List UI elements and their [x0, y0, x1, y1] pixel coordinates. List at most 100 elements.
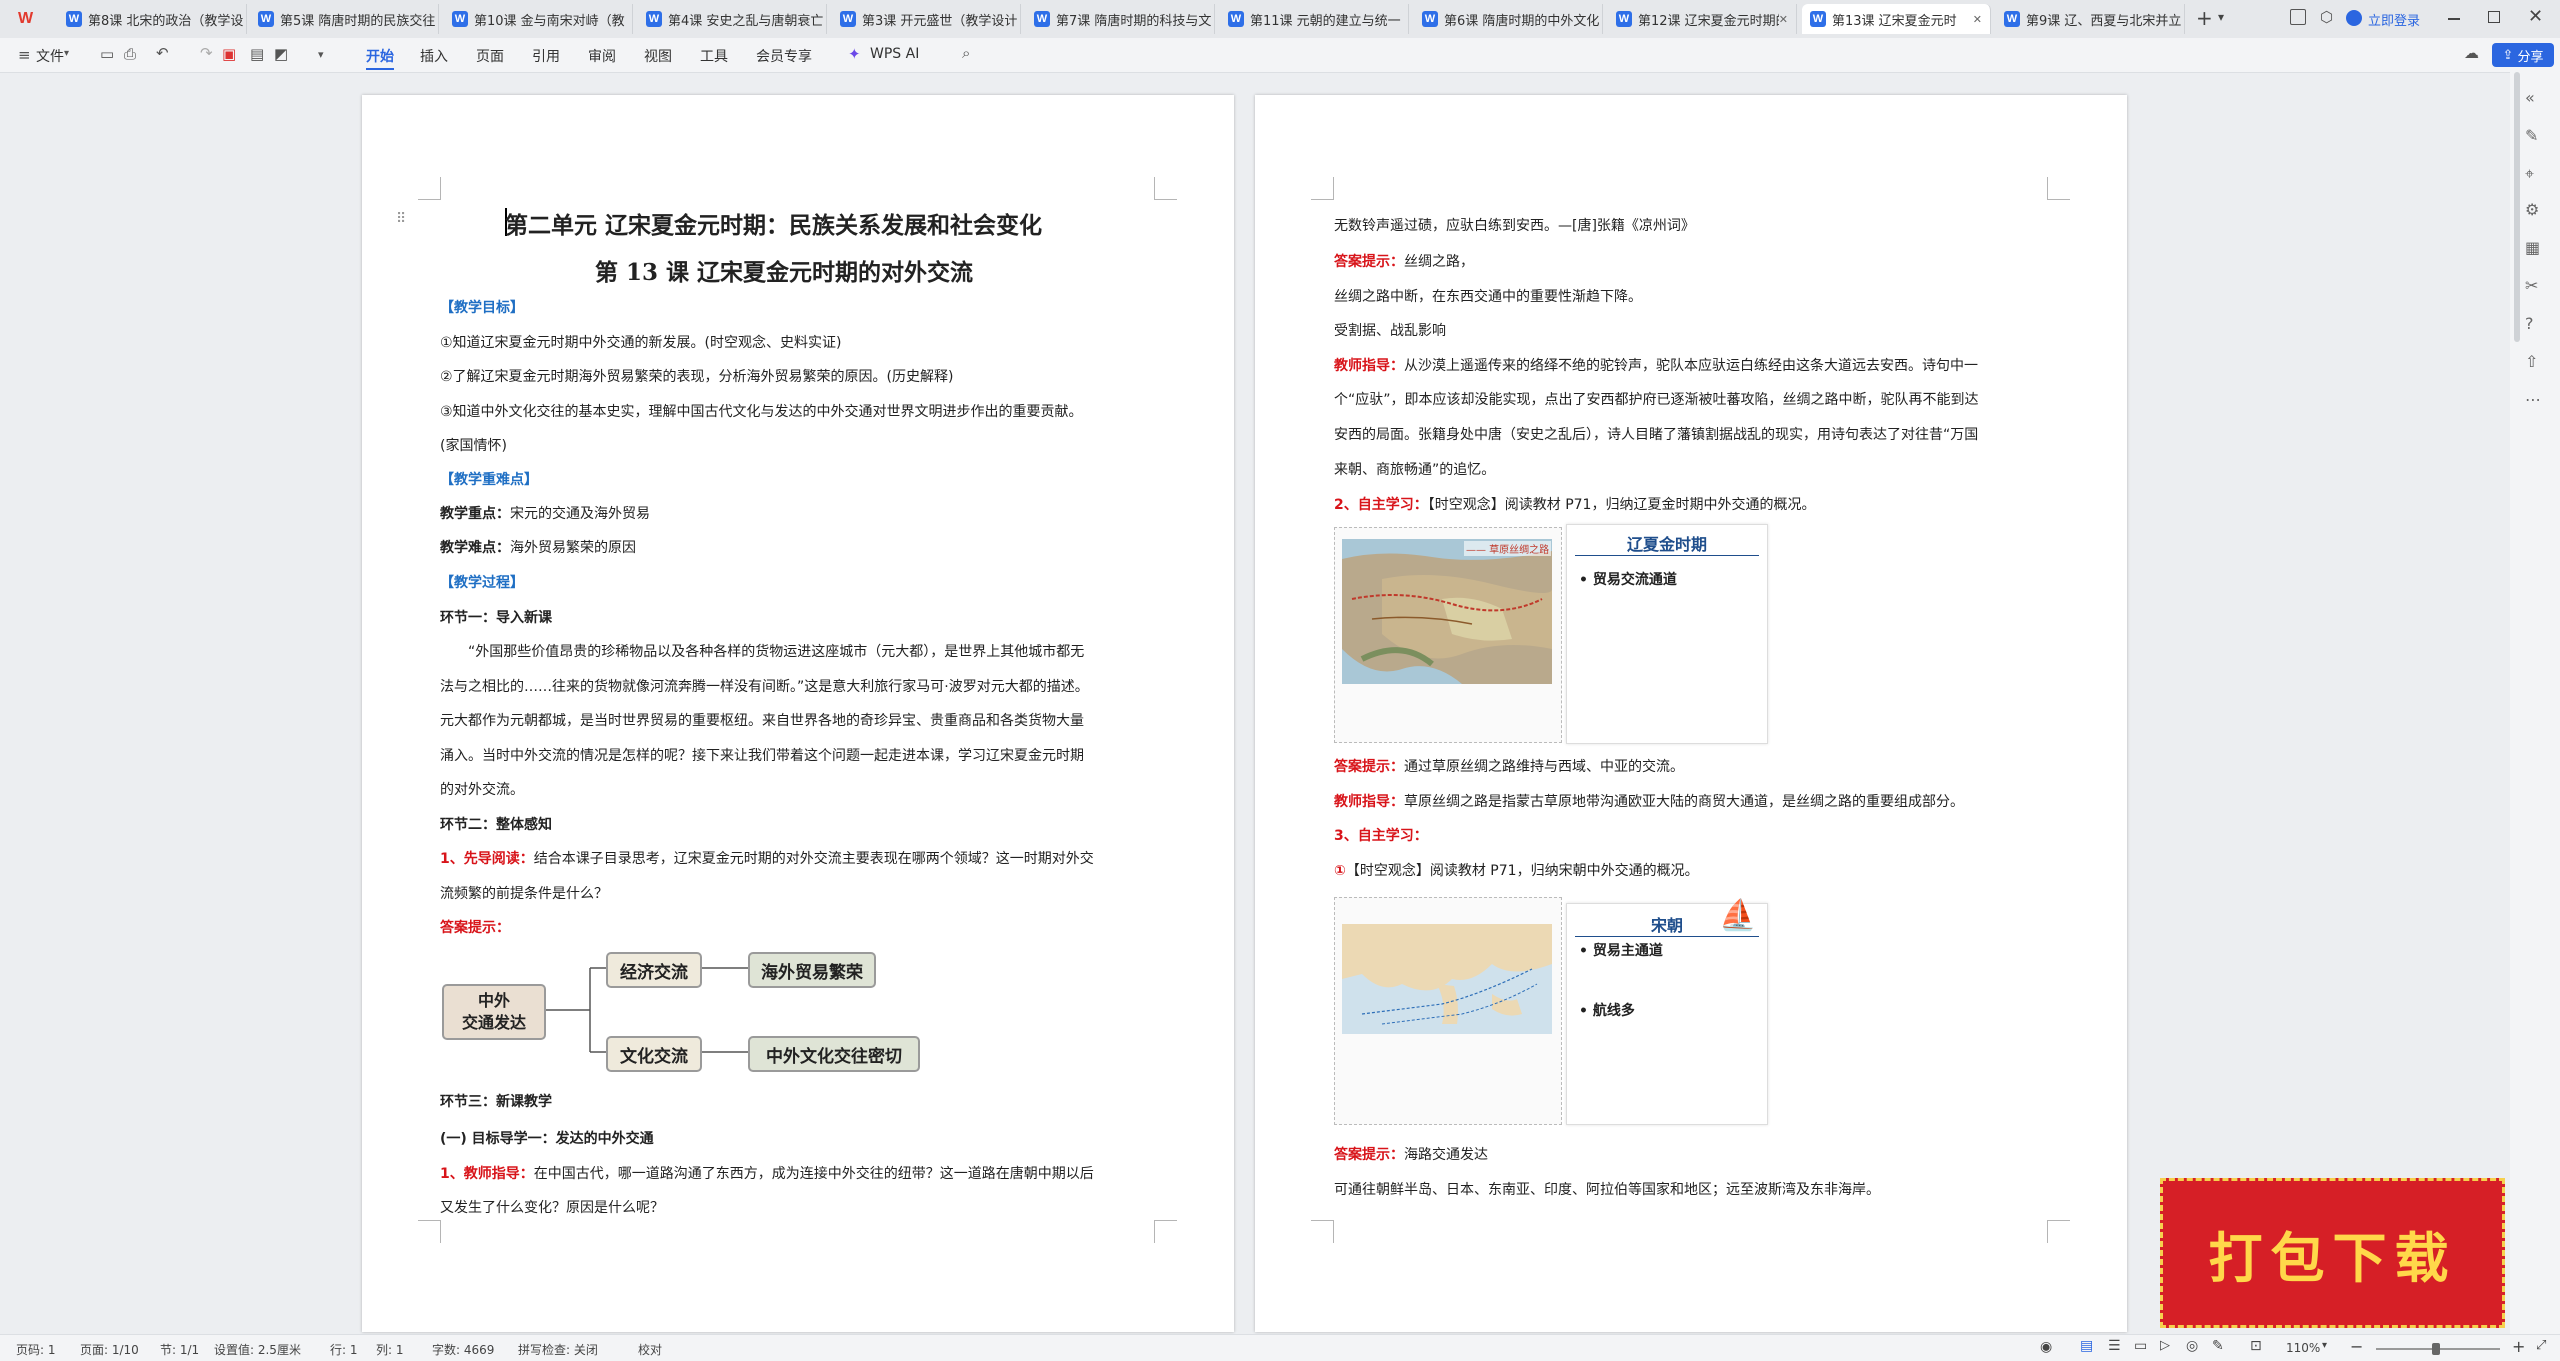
status-page-number[interactable]: 页码: 1	[16, 1341, 56, 1358]
edit-icon[interactable]: ✎	[2212, 1338, 2224, 1354]
help-icon[interactable]: ?	[2525, 314, 2534, 333]
pen-icon[interactable]: ✎	[2525, 126, 2538, 145]
export-pdf-icon[interactable]: ▣	[222, 45, 236, 63]
outline-view-icon[interactable]: ☰	[2108, 1338, 2121, 1354]
status-proofread[interactable]: 校对	[638, 1341, 662, 1358]
close-icon[interactable]: ✕	[2528, 6, 2543, 27]
tab-tools[interactable]: 工具	[700, 46, 728, 66]
tab-member[interactable]: 会员专享	[756, 46, 812, 66]
user-avatar-icon[interactable]	[2346, 10, 2362, 26]
tab-document[interactable]: W 第6课 隋唐时期的中外文化	[1414, 4, 1603, 34]
shape-icon[interactable]: ◩	[274, 45, 288, 63]
teacher-guide-1: 教师指导：从沙漠上遥遥传来的络绎不绝的驼铃声，驼队本应驮运白练经由这条大道远去安…	[1334, 358, 1978, 374]
tab-document[interactable]: W 第10课 金与南宋对峙（教	[444, 4, 633, 34]
file-menu[interactable]: 文件	[36, 46, 64, 66]
share-button[interactable]: ⇪ 分享	[2492, 43, 2554, 67]
status-spell-check[interactable]: 拼写检查: 关闭	[518, 1341, 598, 1358]
minimize-icon[interactable]	[2448, 18, 2460, 20]
tab-document[interactable]: W 第8课 北宋的政治（教学设	[58, 4, 247, 34]
window-layout-icon[interactable]	[2290, 9, 2306, 25]
tab-document[interactable]: W 第11课 元朝的建立与统一	[1220, 4, 1409, 34]
teacher-guide-4: 来朝、商旅畅通”的追忆。	[1334, 462, 1496, 478]
card-bullet: • 贸易交流通道	[1579, 572, 1677, 588]
tab-review[interactable]: 审阅	[588, 46, 616, 66]
undo-icon[interactable]: ↶	[156, 44, 169, 62]
tab-document[interactable]: W 第5课 隋唐时期的民族交往	[250, 4, 439, 34]
zoom-out-icon[interactable]: −	[2350, 1337, 2363, 1356]
layout-icon[interactable]: ▦	[2525, 238, 2540, 257]
zoom-in-icon[interactable]: +	[2512, 1337, 2525, 1356]
step-1-heading: 环节一：导入新课	[440, 610, 552, 626]
page-view-icon[interactable]: ▤	[2080, 1338, 2093, 1354]
wps-logo-icon[interactable]: W	[18, 10, 38, 28]
read-mode-icon[interactable]: ▭	[2134, 1338, 2147, 1354]
tab-document[interactable]: W 第3课 开元盛世（教学设计	[832, 4, 1021, 34]
vertical-scrollbar[interactable]	[2514, 72, 2520, 342]
map-song-sea-routes	[1342, 924, 1552, 1034]
status-column[interactable]: 列: 1	[376, 1341, 404, 1358]
status-row[interactable]: 行: 1	[330, 1341, 358, 1358]
tab-dropdown-icon[interactable]: ▾	[2218, 10, 2224, 24]
close-tab-icon[interactable]: ✕	[1779, 13, 1788, 26]
zoom-dropdown-icon[interactable]: ▾	[2322, 1340, 2327, 1351]
settings-icon[interactable]: ⚙	[2525, 200, 2539, 219]
zoom-slider-thumb[interactable]	[2432, 1343, 2440, 1355]
tab-document[interactable]: W 第9课 辽、西夏与北宋并立	[1996, 4, 2185, 34]
wps-ai-icon[interactable]: ✦	[848, 45, 861, 63]
fullscreen-icon[interactable]: ⤢	[2536, 1338, 2546, 1353]
login-link[interactable]: 立即登录	[2368, 10, 2420, 29]
eye-protection-icon[interactable]: ◉	[2040, 1339, 2052, 1355]
map-grassland-silk-road	[1342, 539, 1552, 684]
status-section[interactable]: 节: 1/1	[160, 1341, 199, 1358]
tab-reference[interactable]: 引用	[532, 46, 560, 66]
share-doc-icon[interactable]: ⇧	[2525, 352, 2538, 371]
status-pages[interactable]: 页面: 1/10	[80, 1341, 139, 1358]
tab-view[interactable]: 视图	[644, 46, 672, 66]
zoom-level[interactable]: 110%	[2286, 1341, 2320, 1355]
tab-label: 第13课 辽宋夏金元时	[1832, 13, 1957, 29]
card-bullet-2: • 航线多	[1579, 1003, 1635, 1019]
redo-icon[interactable]: ↷	[200, 44, 213, 62]
cursor-icon[interactable]: ⌖	[2525, 164, 2534, 184]
word-doc-icon: W	[1810, 11, 1826, 27]
more-chevron-icon[interactable]: ▾	[318, 48, 324, 61]
download-promo-banner[interactable]: 打包下载	[2160, 1178, 2505, 1328]
collapse-icon[interactable]: «	[2525, 88, 2535, 107]
tab-page[interactable]: 页面	[476, 46, 504, 66]
hamburger-menu-icon[interactable]: ≡	[18, 46, 31, 64]
status-word-count[interactable]: 字数: 4669	[432, 1341, 494, 1358]
search-icon[interactable]: ⌕	[962, 44, 970, 62]
answer-hint-label: 答案提示：	[440, 920, 510, 936]
web-view-icon[interactable]: ◎	[2186, 1338, 2198, 1354]
ribbon-toolbar: ≡ 文件 ▾ ▭ ⎙ ↶ ↷ ▣ ▤ ◩ ▾ 开始 插入 页面 引用 审阅 视图…	[0, 38, 2560, 73]
tab-start[interactable]: 开始	[366, 46, 394, 66]
play-icon[interactable]: ▷	[2160, 1338, 2170, 1353]
tab-document[interactable]: W 第7课 隋唐时期的科技与文	[1026, 4, 1215, 34]
objectives-heading: 【教学目标】	[440, 300, 524, 316]
add-tab-button[interactable]: +	[2196, 6, 2213, 30]
tab-document[interactable]: W 第13课 辽宋夏金元时 ✕	[1802, 4, 1991, 34]
wps-ai-button[interactable]: WPS AI	[870, 46, 919, 62]
key-point: 教学重点：宋元的交通及海外贸易	[440, 506, 650, 522]
objective-3-tag: (家国情怀)	[440, 438, 507, 454]
tools-icon[interactable]: ✂	[2525, 276, 2538, 295]
more-icon[interactable]: ⋯	[2525, 390, 2541, 409]
save-icon[interactable]: ▭	[100, 45, 114, 63]
tab-document[interactable]: W 第12课 辽宋夏金元时期的 ✕	[1608, 4, 1797, 34]
fit-page-icon[interactable]: ⊡	[2250, 1338, 2262, 1354]
cloud-sync-icon[interactable]: ☁	[2464, 44, 2479, 62]
cube-icon[interactable]: ⬡	[2320, 8, 2333, 26]
sailing-ship-icon: ⛵	[1719, 898, 1757, 933]
map-legend-label: —— 草原丝绸之路	[1464, 541, 1552, 556]
tab-label: 第5课 隋唐时期的民族交往	[280, 13, 436, 29]
card-bullet-text: 贸易交流通道	[1592, 572, 1677, 588]
drag-handle-icon[interactable]: ⠿	[396, 211, 406, 227]
tab-document[interactable]: W 第4课 安史之乱与唐朝衰亡	[638, 4, 827, 34]
tab-insert[interactable]: 插入	[420, 46, 448, 66]
file-menu-chevron-icon[interactable]: ▾	[64, 48, 69, 59]
close-tab-icon[interactable]: ✕	[1973, 13, 1982, 26]
restore-icon[interactable]	[2488, 11, 2500, 23]
status-setting[interactable]: 设置值: 2.5厘米	[214, 1341, 301, 1358]
image-icon[interactable]: ▤	[250, 45, 264, 63]
print-preview-icon[interactable]: ⎙	[124, 45, 136, 63]
